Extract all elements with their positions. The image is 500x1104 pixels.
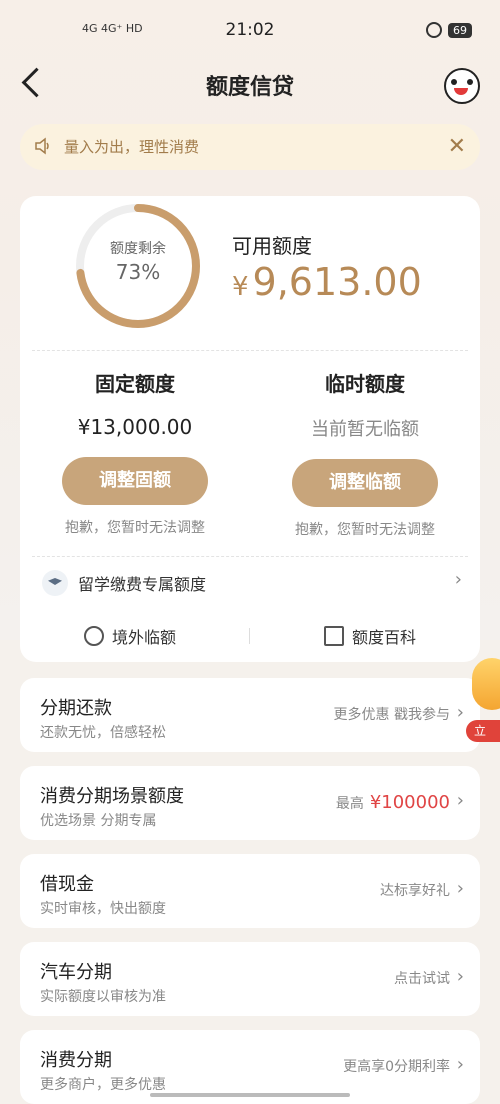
tool-separator [249,628,250,644]
item-right-text: 最高 ¥100000 [336,792,450,813]
study-abroad-label: 留学缴费专属额度 [78,575,207,594]
available-credit-title: 可用额度 [232,234,312,258]
item-title: 借现金 [40,874,94,895]
adjust-temporary-button[interactable]: 调整临额 [292,459,438,507]
item-title: 消费分期 [40,1050,112,1071]
promo-tag: 立 [466,720,500,742]
chevron-right-icon: › [456,966,464,987]
list-item-consumer-scene[interactable]: 消费分期场景额度 优选场景 分期专属 最高 ¥100000 › [20,766,480,840]
chevron-right-icon: › [456,790,464,811]
ring-percent: 73% [115,260,161,284]
available-credit-amount: ¥9,613.00 [232,260,422,304]
item-right-text: 更多优惠 戳我参与 [333,707,450,723]
overseas-temp-credit-link[interactable]: 境外临额 [20,624,240,648]
coin-icon [472,658,500,710]
fixed-credit-title: 固定额度 [95,372,175,396]
temporary-credit-value: 当前暂无临额 [311,419,419,440]
item-subtitle: 更多商户，更多优惠 [40,1077,166,1093]
item-subtitle: 优选场景 分期专属 [40,813,157,829]
max-label: 最高 [335,796,364,812]
chevron-right-icon: › [454,569,462,590]
temporary-credit-hint: 抱歉，您暂时无法调整 [295,522,435,538]
floating-promo[interactable]: 立 [466,650,500,742]
credit-wiki-link[interactable]: 额度百科 [260,624,480,648]
speaker-icon [35,137,49,155]
list-item-installment-repay[interactable]: 分期还款 还款无忧，倍感轻松 更多优惠 戳我参与 › [20,678,480,752]
alarm-icon [426,22,442,38]
overseas-icon [83,626,104,646]
chevron-right-icon: › [456,702,464,723]
close-icon[interactable]: ✕ [448,134,466,160]
divider [32,556,468,557]
page-title: 额度信贷 [205,75,294,100]
credit-tools: 境外临额 额度百科 [20,616,480,656]
list-item-cash-loan[interactable]: 借现金 实时审核，快出额度 达标享好礼 › [20,854,480,928]
battery-icon: 69 [448,22,472,38]
item-subtitle: 还款无忧，倍感轻松 [40,725,166,741]
mascot-avatar-icon[interactable] [444,68,480,104]
notice-text: 量入为出，理性消费 [64,138,200,156]
wiki-label: 额度百科 [351,628,416,647]
graduation-cap-icon [42,570,68,596]
home-indicator [150,1093,350,1097]
study-abroad-credit-row[interactable]: 留学缴费专属额度 › [32,566,468,600]
temporary-credit-title: 临时额度 [325,372,405,396]
nav-bar: 额度信贷 [0,60,500,110]
item-subtitle: 实时审核，快出额度 [40,901,166,917]
item-title: 消费分期场景额度 [40,786,184,807]
book-icon [323,626,344,646]
fixed-credit-column: 固定额度 ¥13,000.00 调整固额 抱歉，您暂时无法调整 [20,368,250,537]
chevron-right-icon: › [456,1054,464,1075]
divider [32,350,468,351]
item-title: 汽车分期 [40,962,112,983]
item-right-text: 更高享0分期利率 [343,1059,450,1075]
item-right-text: 点击试试 [394,971,450,987]
currency-symbol: ¥ [232,272,249,302]
credit-card: 额度剩余 73% 可用额度 ¥9,613.00 固定额度 ¥13,000.00 … [20,196,480,662]
fixed-credit-hint: 抱歉，您暂时无法调整 [65,520,205,536]
item-subtitle: 实际额度以审核为准 [40,989,166,1005]
list-item-car-installment[interactable]: 汽车分期 实际额度以审核为准 点击试试 › [20,942,480,1016]
item-title: 分期还款 [40,698,112,719]
ring-label: 额度剩余 [110,241,166,257]
notice-banner: 量入为出，理性消费 ✕ [20,124,480,170]
fixed-credit-value: ¥13,000.00 [77,415,193,439]
chevron-right-icon: › [456,878,464,899]
adjust-fixed-button[interactable]: 调整固额 [62,457,208,505]
status-bar: 4G 4G⁺ HD 21:02 69 [0,0,500,60]
status-time: 21:02 [225,20,275,40]
temporary-credit-column: 临时额度 当前暂无临额 调整临额 抱歉，您暂时无法调整 [250,368,480,539]
max-amount: ¥100000 [369,792,450,813]
overseas-label: 境外临额 [111,628,176,647]
item-right-text: 达标享好礼 [380,883,450,899]
available-amount-value: 9,613.00 [252,260,422,304]
